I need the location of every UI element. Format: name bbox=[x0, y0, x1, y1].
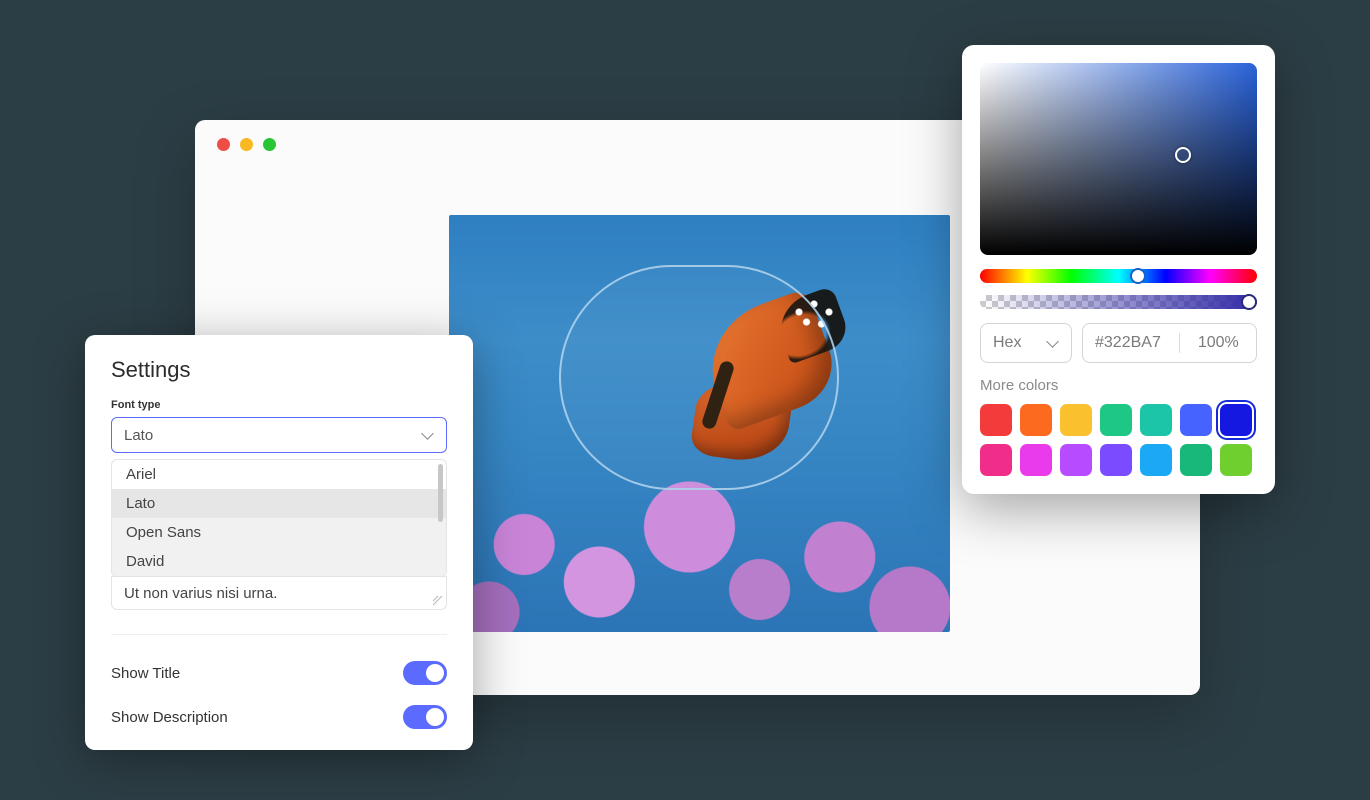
color-swatch[interactable] bbox=[1060, 404, 1092, 436]
toggle-label: Show Title bbox=[111, 665, 180, 682]
font-option[interactable]: Ariel bbox=[112, 460, 446, 489]
show-description-toggle[interactable] bbox=[403, 705, 447, 729]
close-icon[interactable] bbox=[217, 138, 230, 151]
show-title-toggle[interactable] bbox=[403, 661, 447, 685]
more-colors-label: More colors bbox=[980, 377, 1257, 394]
toggle-row: Show Title bbox=[111, 651, 447, 695]
color-swatch[interactable] bbox=[1180, 404, 1212, 436]
color-swatch[interactable] bbox=[1100, 444, 1132, 476]
font-option[interactable]: David bbox=[112, 547, 446, 576]
color-swatch[interactable] bbox=[1220, 444, 1252, 476]
chevron-down-icon bbox=[422, 429, 434, 441]
font-option[interactable]: Lato bbox=[112, 489, 446, 518]
divider bbox=[111, 634, 447, 635]
font-option[interactable]: Open Sans bbox=[112, 518, 446, 547]
color-swatch[interactable] bbox=[1060, 444, 1092, 476]
color-picker-panel: Hex #322BA7 100% More colors bbox=[962, 45, 1275, 494]
color-swatch[interactable] bbox=[1140, 404, 1172, 436]
hue-thumb-icon[interactable] bbox=[1130, 268, 1146, 284]
color-swatch[interactable] bbox=[1220, 404, 1252, 436]
text-input[interactable]: Ut non varius nisi urna. bbox=[111, 576, 447, 610]
focus-overlay[interactable] bbox=[559, 265, 839, 490]
opacity-value: 100% bbox=[1198, 334, 1239, 352]
font-select[interactable]: Lato bbox=[111, 417, 447, 453]
maximize-icon[interactable] bbox=[263, 138, 276, 151]
color-swatch[interactable] bbox=[1020, 404, 1052, 436]
hex-value: #322BA7 bbox=[1095, 334, 1161, 352]
alpha-slider[interactable] bbox=[980, 295, 1257, 309]
text-input-value: Ut non varius nisi urna. bbox=[124, 585, 277, 602]
color-swatch[interactable] bbox=[1020, 444, 1052, 476]
window-controls bbox=[217, 138, 276, 151]
saturation-box[interactable] bbox=[980, 63, 1257, 255]
toggle-label: Show Description bbox=[111, 709, 228, 726]
alpha-thumb-icon[interactable] bbox=[1241, 294, 1257, 310]
font-dropdown: Ariel Lato Open Sans David bbox=[111, 459, 447, 577]
chevron-down-icon bbox=[1047, 337, 1059, 349]
separator bbox=[1179, 333, 1180, 353]
font-type-label: Font type bbox=[111, 399, 447, 411]
color-format-select[interactable]: Hex bbox=[980, 323, 1072, 363]
color-inputs: Hex #322BA7 100% bbox=[980, 323, 1257, 363]
hue-slider[interactable] bbox=[980, 269, 1257, 283]
color-swatch[interactable] bbox=[980, 404, 1012, 436]
color-format-value: Hex bbox=[993, 334, 1021, 352]
color-swatch[interactable] bbox=[1180, 444, 1212, 476]
font-select-value: Lato bbox=[124, 427, 153, 444]
color-value-input[interactable]: #322BA7 100% bbox=[1082, 323, 1257, 363]
swatch-grid bbox=[980, 404, 1257, 476]
settings-title: Settings bbox=[111, 357, 447, 383]
saturation-cursor-icon[interactable] bbox=[1175, 147, 1191, 163]
color-swatch[interactable] bbox=[980, 444, 1012, 476]
scrollbar[interactable] bbox=[438, 464, 443, 522]
toggle-row: Show Description bbox=[111, 695, 447, 739]
color-swatch[interactable] bbox=[1140, 444, 1172, 476]
minimize-icon[interactable] bbox=[240, 138, 253, 151]
resize-handle-icon[interactable] bbox=[433, 596, 443, 606]
settings-panel: Settings Font type Lato Ariel Lato Open … bbox=[85, 335, 473, 750]
color-swatch[interactable] bbox=[1100, 404, 1132, 436]
canvas-image[interactable] bbox=[449, 215, 950, 632]
